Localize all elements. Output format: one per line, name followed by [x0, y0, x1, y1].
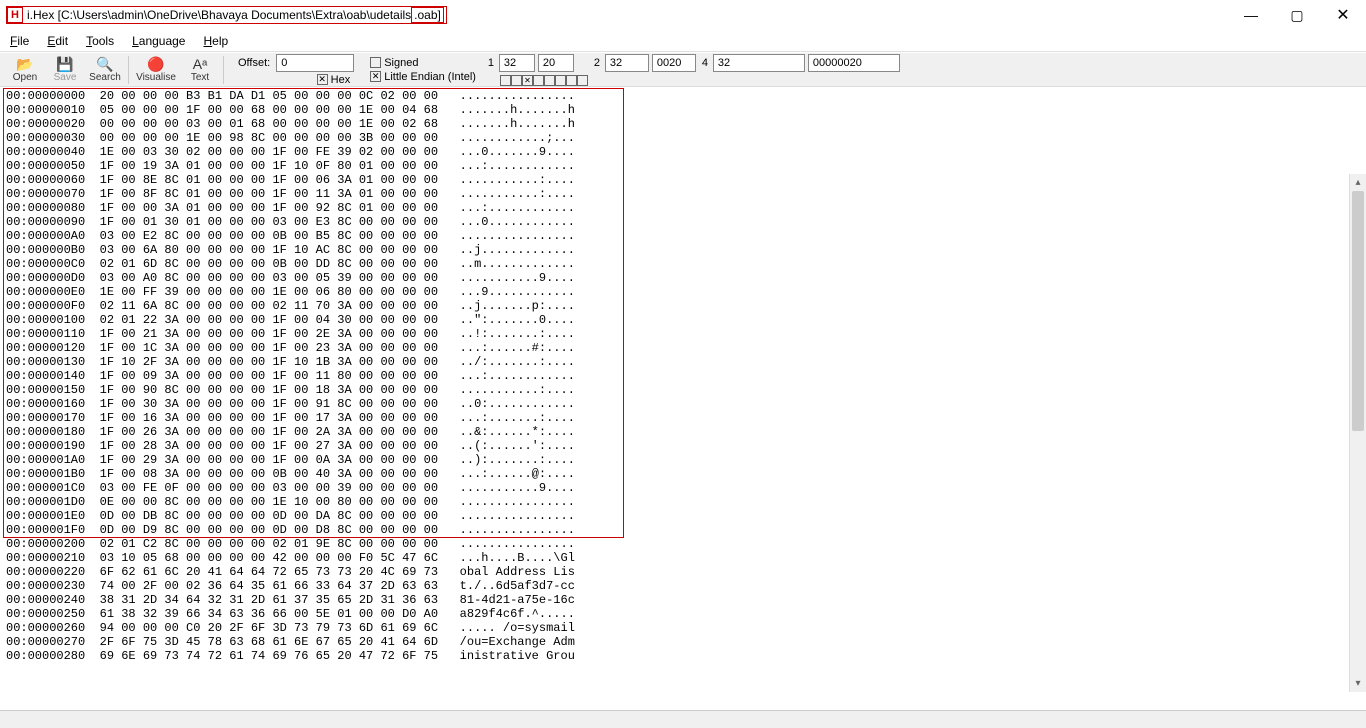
app-icon: H — [7, 7, 23, 23]
group2-label: 2 — [594, 57, 602, 69]
title-highlighted-ext: .oab] — [411, 7, 444, 23]
titlebar: H i.Hex [C:\Users\admin\OneDrive\Bhavaya… — [0, 0, 1366, 30]
group4-hex-input[interactable] — [808, 54, 900, 72]
window-title: i.Hex [C:\Users\admin\OneDrive\Bhavaya D… — [27, 8, 444, 22]
group2-dec-input[interactable] — [605, 54, 649, 72]
save-button[interactable]: 💾Save — [46, 54, 84, 86]
separator — [128, 56, 129, 84]
group4-label: 4 — [702, 57, 710, 69]
signed-label: Signed — [384, 57, 418, 69]
group1-hex-input[interactable] — [538, 54, 574, 72]
menu-edit[interactable]: Edit — [47, 34, 68, 48]
group1-label: 1 — [488, 57, 496, 69]
search-icon: 🔍 — [96, 56, 113, 72]
scroll-up-icon[interactable]: ▴ — [1350, 174, 1366, 191]
group1-dec-input[interactable] — [499, 54, 535, 72]
visualise-icon: 🔴 — [147, 56, 164, 72]
statusbar — [0, 710, 1366, 728]
menu-tools[interactable]: Tools — [86, 34, 114, 48]
menu-help[interactable]: Help — [203, 34, 228, 48]
offset-input[interactable] — [276, 54, 354, 72]
signed-checkbox[interactable] — [370, 57, 381, 68]
maximize-button[interactable]: ▢ — [1274, 0, 1320, 30]
open-button[interactable]: 📂Open — [6, 54, 44, 86]
visualise-button[interactable]: 🔴Visualise — [133, 54, 179, 86]
text-button[interactable]: AᵃText — [181, 54, 219, 86]
minimize-button[interactable]: — — [1228, 0, 1274, 30]
text-icon: Aᵃ — [193, 56, 208, 72]
save-icon: 💾 — [56, 56, 73, 72]
group2-hex-input[interactable] — [652, 54, 696, 72]
close-button[interactable]: ✕ — [1320, 0, 1366, 30]
offset-label: Offset: — [238, 57, 270, 69]
bit-row-1[interactable]: ✕ — [500, 75, 588, 86]
menubar: File Edit Tools Language Help — [0, 30, 1366, 52]
search-button[interactable]: 🔍Search — [86, 54, 124, 86]
group4-dec-input[interactable] — [713, 54, 805, 72]
separator — [223, 56, 224, 84]
hex-checkbox-label: Hex — [331, 74, 351, 86]
scroll-down-icon[interactable]: ▾ — [1350, 675, 1366, 692]
menu-file[interactable]: File — [10, 34, 29, 48]
scroll-thumb[interactable] — [1352, 191, 1364, 431]
little-endian-label: Little Endian (Intel) — [384, 71, 476, 83]
toolbar: 📂Open 💾Save 🔍Search 🔴Visualise AᵃText Of… — [0, 52, 1366, 86]
hex-view[interactable]: 00:00000000 20 00 00 00 B3 B1 DA D1 05 0… — [0, 87, 1366, 665]
menu-language[interactable]: Language — [132, 34, 185, 48]
vertical-scrollbar[interactable]: ▴ ▾ — [1349, 174, 1366, 692]
hex-checkbox[interactable]: ✕ — [317, 74, 328, 85]
little-endian-checkbox[interactable]: ✕ — [370, 71, 381, 82]
folder-open-icon: 📂 — [16, 56, 33, 72]
